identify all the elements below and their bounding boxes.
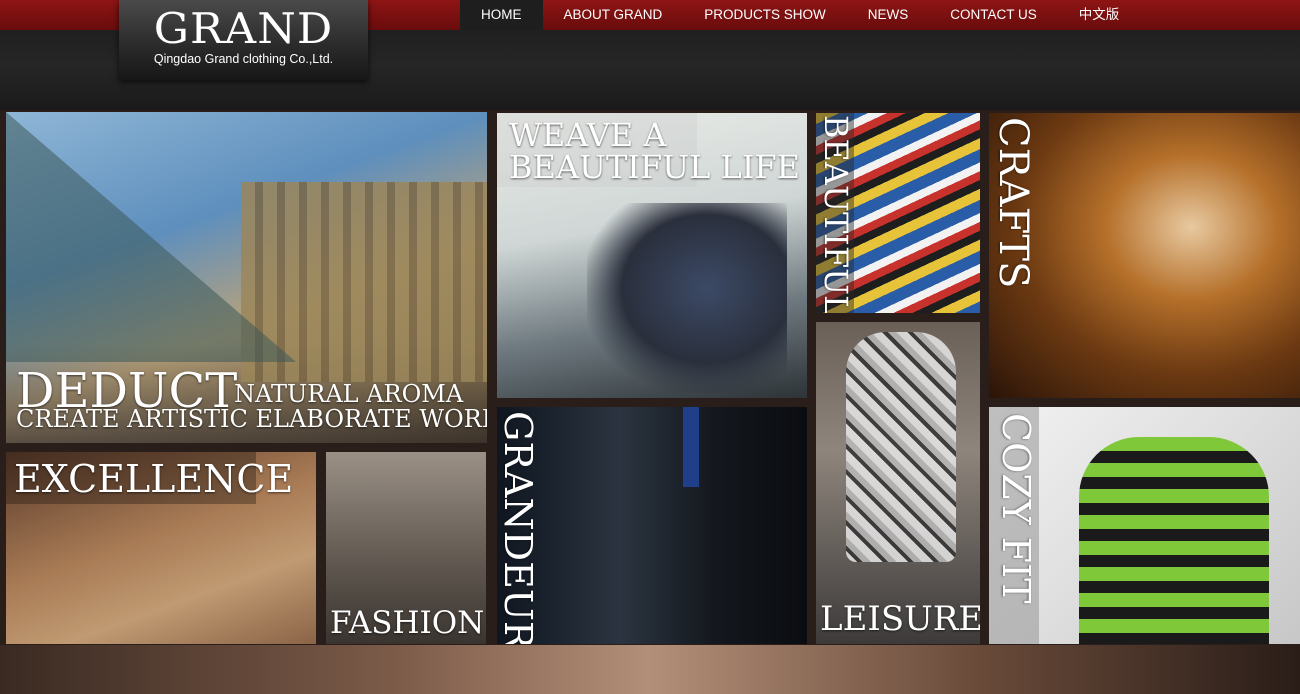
nav-menu: HOME ABOUT GRAND PRODUCTS SHOW NEWS CONT… bbox=[460, 0, 1140, 30]
logo-title: GRAND bbox=[153, 4, 334, 53]
tile-leisure[interactable]: LEISURE bbox=[816, 322, 980, 644]
tile-cozy-fit[interactable]: COZY FIT bbox=[989, 407, 1300, 644]
deduct-line2: CREATE ARTISTIC ELABORATE WORKS bbox=[16, 405, 487, 433]
tile-weave-beautiful-life[interactable]: WEAVE A BEAUTIFUL LIFE bbox=[497, 113, 807, 398]
logo-subtitle: Qingdao Grand clothing Co.,Ltd. bbox=[153, 52, 334, 66]
model-image bbox=[587, 203, 787, 393]
beautiful-label: BEAUTIFUL bbox=[817, 115, 855, 313]
cozy-fit-label: COZY FIT bbox=[994, 413, 1038, 604]
fashion-label: FASHION bbox=[330, 605, 485, 641]
nav-item-contact[interactable]: CONTACT US bbox=[929, 0, 1058, 30]
striped-polo-image bbox=[1079, 437, 1269, 644]
logo[interactable]: GRAND Qingdao Grand clothing Co.,Ltd. bbox=[119, 0, 368, 80]
weave-line1: WEAVE A bbox=[509, 116, 667, 154]
tile-grandeur[interactable]: GRANDEUR bbox=[497, 407, 807, 644]
tile-beautiful[interactable]: BEAUTIFUL bbox=[816, 113, 980, 313]
plaid-hoodie-image bbox=[846, 332, 956, 562]
nav-item-products[interactable]: PRODUCTS SHOW bbox=[683, 0, 847, 30]
crafts-label: CRAFTS bbox=[990, 117, 1036, 289]
grandeur-label: GRANDEUR bbox=[497, 411, 540, 644]
tile-crafts[interactable]: CRAFTS bbox=[989, 113, 1300, 398]
weave-line2: BEAUTIFUL LIFE bbox=[509, 148, 800, 186]
excellence-label: EXCELLENCE bbox=[14, 457, 294, 501]
tile-fashion[interactable]: FASHION bbox=[326, 452, 486, 644]
nav-item-chinese-version[interactable]: 中文版 bbox=[1058, 0, 1141, 30]
nav-item-about[interactable]: ABOUT GRAND bbox=[543, 0, 684, 30]
deduct-line1: NATURAL AROMA bbox=[234, 380, 464, 408]
nav-item-news[interactable]: NEWS bbox=[847, 0, 930, 30]
leisure-label: LEISURE bbox=[820, 599, 980, 639]
nav-item-home[interactable]: HOME bbox=[460, 0, 543, 30]
footer-background bbox=[0, 645, 1300, 694]
tile-deduct[interactable]: DEDUCT NATURAL AROMA CREATE ARTISTIC ELA… bbox=[6, 112, 487, 443]
glass-pyramid-image bbox=[6, 112, 296, 362]
necktie-image bbox=[683, 407, 699, 487]
tile-excellence[interactable]: EXCELLENCE bbox=[6, 452, 316, 644]
